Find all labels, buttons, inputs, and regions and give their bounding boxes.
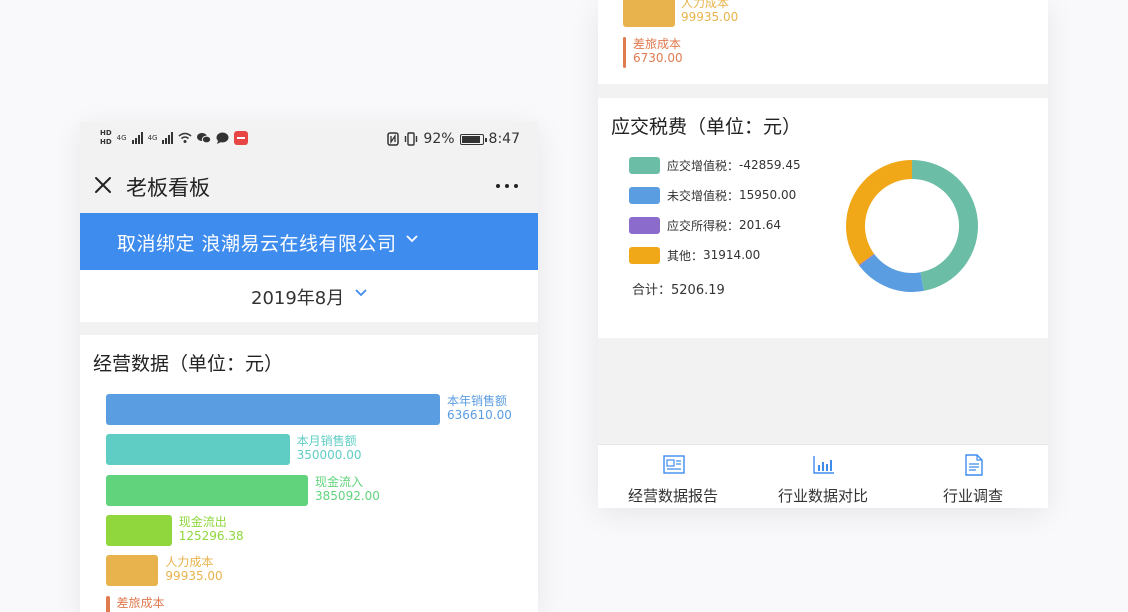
legend-value: 201.64 — [739, 218, 782, 232]
bar-label-value: 385092.00 — [315, 488, 380, 503]
legend-swatch — [629, 246, 660, 264]
bar-5 — [106, 595, 110, 612]
tab-business-report[interactable]: 经营数据报告 — [598, 445, 748, 508]
legend-item: 未交增值税： 15950.00 — [629, 186, 796, 204]
date-picker[interactable]: 2019年8月 — [80, 270, 538, 322]
more-options-icon[interactable] — [496, 184, 518, 188]
legend-item: 应交增值税： -42859.45 — [629, 156, 801, 174]
bar-label-4: 人力成本 99935.00 — [165, 555, 222, 583]
right-phone-screen: 人力成本 99935.00 差旅成本 6730.00 应交税费（单位：元） 应交… — [598, 0, 1048, 508]
battery-icon — [459, 133, 487, 145]
legend-value: 15950.00 — [739, 188, 797, 202]
bar-label-value: 125296.38 — [178, 528, 244, 543]
business-data-card: 经营数据（单位：元） 本年销售额 636610.00 本月销售额 350000.00 现… — [80, 335, 538, 612]
bar-label-name: 现金流入 — [315, 474, 364, 489]
wechat-icon — [197, 133, 212, 144]
notification-icon — [234, 131, 249, 145]
chevron-down-icon — [406, 235, 418, 243]
document-icon — [965, 454, 983, 476]
legend-label: 其他： — [667, 248, 704, 263]
page-title: 老板看板 — [126, 176, 210, 200]
bar-3 — [106, 514, 172, 546]
clock: 8:47 — [488, 131, 520, 147]
business-data-card-tail: 人力成本 99935.00 差旅成本 6730.00 — [598, 0, 1048, 84]
legend-label: 未交增值税： — [667, 188, 740, 203]
legend-label: 应交所得税： — [667, 218, 740, 233]
bar-label-2: 现金流入 385092.00 — [315, 475, 380, 503]
bar-chart-icon — [813, 456, 834, 474]
report-icon — [663, 455, 685, 474]
legend-swatch — [629, 186, 660, 204]
card-title: 应交税费（单位：元） — [611, 116, 802, 138]
donut-slice-0 — [912, 160, 979, 291]
bar-label-1: 本月销售额 350000.00 — [297, 434, 362, 462]
bar-2 — [106, 474, 309, 506]
network-type-2: 4G — [147, 134, 158, 142]
tax-donut-chart — [846, 160, 979, 292]
hd-indicator: HD HD — [100, 129, 112, 146]
tab-industry-compare[interactable]: 行业数据对比 — [748, 445, 898, 508]
bar-label-name: 本年销售额 — [447, 394, 508, 408]
chevron-down-icon — [355, 289, 367, 297]
bar-label-name: 人力成本 — [165, 555, 214, 570]
donut-slice-3 — [846, 160, 912, 266]
bar-label-3: 现金流出 125296.38 — [179, 515, 244, 543]
bar-label-name: 现金流出 — [178, 514, 227, 529]
donut-slice-1 — [859, 254, 924, 292]
close-icon[interactable] — [92, 174, 114, 196]
card-title: 经营数据（单位：元） — [93, 353, 284, 375]
network-type-1: 4G — [116, 134, 127, 142]
wifi-icon — [178, 132, 192, 143]
message-icon — [216, 132, 229, 144]
bar-hr-cost — [623, 0, 675, 27]
company-name: 取消绑定 浪潮易云在线有限公司 — [117, 233, 397, 255]
title-bar: 老板看板 — [80, 160, 538, 213]
legend-swatch — [629, 156, 660, 174]
bar-label-0: 本年销售额 636610.00 — [447, 394, 512, 422]
bar-travel-cost — [623, 37, 626, 68]
bar-1 — [106, 434, 290, 466]
legend-label: 应交增值税： — [667, 158, 740, 173]
battery-percent: 92% — [423, 131, 455, 147]
tax-card: 应交税费（单位：元） 应交增值税： -42859.45 未交增值税： 15950.00… — [598, 98, 1048, 338]
bar-0 — [106, 394, 440, 425]
company-selector[interactable]: 取消绑定 浪潮易云在线有限公司 — [80, 213, 538, 270]
tax-total: 合计：5206.19 — [632, 283, 725, 298]
bar-label-5: 差旅成本6730.00 — [117, 596, 167, 612]
vibrate-icon — [405, 132, 418, 146]
bottom-tab-bar: 经营数据报告 行业数据对比 行业调查 — [598, 444, 1048, 508]
legend-item: 其他： 31914.00 — [629, 246, 760, 264]
signal-icon — [131, 132, 143, 144]
nfc-icon — [387, 132, 400, 146]
tab-industry-survey[interactable]: 行业调查 — [898, 445, 1048, 508]
legend-swatch — [629, 216, 660, 234]
left-phone-screen: HD HD 4G 4G 92% 8:47 老板看板 取消绑定 浪潮易云在线有限公… — [80, 122, 538, 612]
bar-label-name: 差旅成本 — [116, 595, 165, 610]
bar-label-hr-cost: 人力成本 99935.00 — [681, 0, 739, 24]
bar-4 — [106, 555, 159, 587]
bar-label-name: 本月销售额 — [296, 434, 357, 449]
bar-label-value: 350000.00 — [296, 448, 362, 463]
signal-icon-2 — [162, 132, 174, 144]
date-value: 2019年8月 — [251, 288, 345, 309]
legend-value: 31914.00 — [703, 248, 761, 262]
legend-value: -42859.45 — [739, 158, 801, 172]
bar-label-value: 99935.00 — [165, 569, 223, 584]
bar-label-travel-cost: 差旅成本 6730.00 — [633, 37, 683, 65]
bar-label-value: 636610.00 — [447, 408, 512, 422]
legend-item: 应交所得税： 201.64 — [629, 216, 781, 234]
status-bar: HD HD 4G 4G 92% 8:47 — [80, 122, 538, 160]
